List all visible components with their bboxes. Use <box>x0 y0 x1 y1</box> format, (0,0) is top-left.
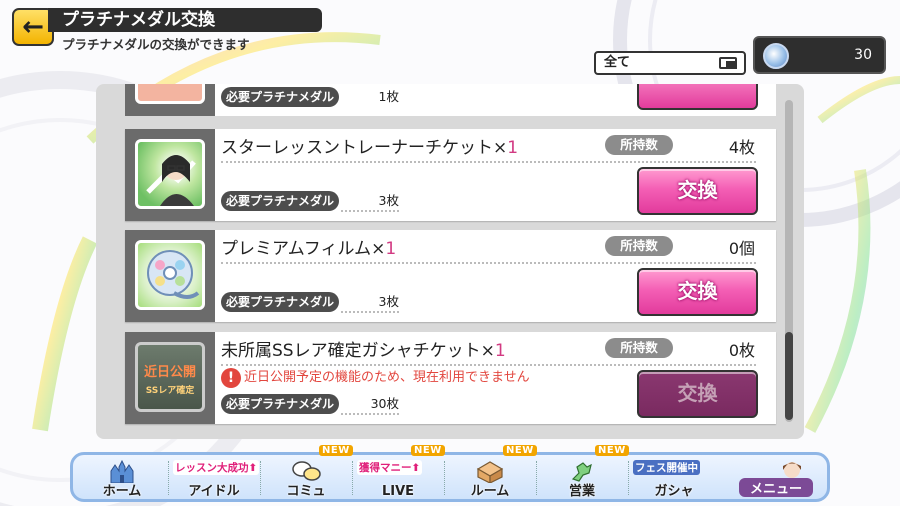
platinum-medal-counter: 30 <box>753 36 886 74</box>
gacha-ticket-icon: 近日公開 SSレア確定 <box>135 342 205 412</box>
required-medal-label: 必要プラチナメダル <box>221 191 339 211</box>
required-medal-value: 30枚 <box>370 396 399 411</box>
item-name: 未所属SSレア確定ガシャチケット×1 <box>221 341 506 361</box>
back-arrow-icon: ← <box>22 12 44 42</box>
unavailable-notice: ! 近日公開予定の機能のため、現在利用できません <box>221 368 530 388</box>
list-item: プレミアムフィルム×1 所持数 0個 必要プラチナメダル 3枚 交換 <box>125 230 776 322</box>
nav-room[interactable]: NEW ルーム <box>445 445 537 499</box>
item-name: プレミアムフィルム×1 <box>221 239 397 259</box>
page-subtitle: プラチナメダルの交換ができます <box>62 37 250 52</box>
thumb-label-ssr: SSレア確定 <box>145 386 195 396</box>
required-medal-label: 必要プラチナメダル <box>221 87 339 107</box>
owned-value: 0個 <box>728 239 755 258</box>
nav-idol-tag: レッスン大成功⬆ <box>173 460 260 475</box>
bottom-navigation: ホーム レッスン大成功⬆ アイドル NEW コミュ NEW 獲得マニー⬆ LIV… <box>70 445 830 502</box>
warning-icon: ! <box>221 368 241 388</box>
required-medal-value: 3枚 <box>378 193 399 208</box>
nav-live[interactable]: NEW 獲得マニー⬆ LIVE <box>353 445 445 499</box>
new-badge: NEW <box>595 445 629 456</box>
nav-menu[interactable]: メニュー <box>725 455 825 499</box>
exchange-button[interactable] <box>637 84 758 110</box>
new-badge: NEW <box>503 445 537 456</box>
required-medal-label: 必要プラチナメダル <box>221 394 339 414</box>
item-name: スターレッスントレーナーチケット×1 <box>221 138 519 158</box>
exchange-button[interactable]: 交換 <box>637 167 758 215</box>
platinum-medal-count: 30 <box>854 47 872 63</box>
scrollbar-thumb[interactable] <box>785 332 793 420</box>
list-select-icon <box>719 57 737 69</box>
nav-commu[interactable]: NEW コミュ <box>261 445 353 499</box>
exchange-button-disabled: 交換 <box>637 370 758 418</box>
nav-sales[interactable]: NEW 営業 <box>537 445 629 499</box>
page-title: プラチナメダル交換 <box>48 8 322 32</box>
filter-select-value: 全て <box>604 55 631 70</box>
owned-label: 所持数 <box>605 236 673 256</box>
premium-film-icon <box>135 240 205 310</box>
new-badge: NEW <box>319 445 353 456</box>
owned-label: 所持数 <box>605 135 673 155</box>
item-thumbnail <box>135 84 205 104</box>
exchange-button[interactable]: 交換 <box>637 268 758 316</box>
owned-value: 4枚 <box>728 138 755 157</box>
nav-gacha-tag: フェス開催中 <box>633 460 700 475</box>
owned-value: 0枚 <box>728 341 755 360</box>
list-item: 近日公開 SSレア確定 未所属SSレア確定ガシャチケット×1 ! 近日公開予定の機… <box>125 332 776 424</box>
platinum-medal-icon <box>763 43 789 69</box>
thumb-label-coming-soon: 近日公開 <box>143 365 196 380</box>
list-item: スターレッスントレーナーチケット×1 所持数 4枚 必要プラチナメダル 3枚 交… <box>125 129 776 221</box>
scrollbar[interactable] <box>785 100 793 422</box>
required-medal-value: 1枚 <box>378 89 399 104</box>
new-badge: NEW <box>411 445 445 456</box>
trainer-ticket-icon <box>135 139 205 209</box>
nav-live-tag: 獲得マニー⬆ <box>357 460 423 475</box>
owned-label: 所持数 <box>605 338 673 358</box>
filter-select[interactable]: 全て <box>594 51 746 75</box>
nav-home[interactable]: ホーム <box>77 455 167 499</box>
nav-gacha[interactable]: フェス開催中 ガシャ <box>629 455 719 499</box>
required-medal-value: 3枚 <box>378 294 399 309</box>
list-item-partial: 必要プラチナメダル 1枚 <box>125 84 776 116</box>
required-medal-label: 必要プラチナメダル <box>221 292 339 312</box>
nav-idol[interactable]: レッスン大成功⬆ アイドル <box>169 455 260 499</box>
